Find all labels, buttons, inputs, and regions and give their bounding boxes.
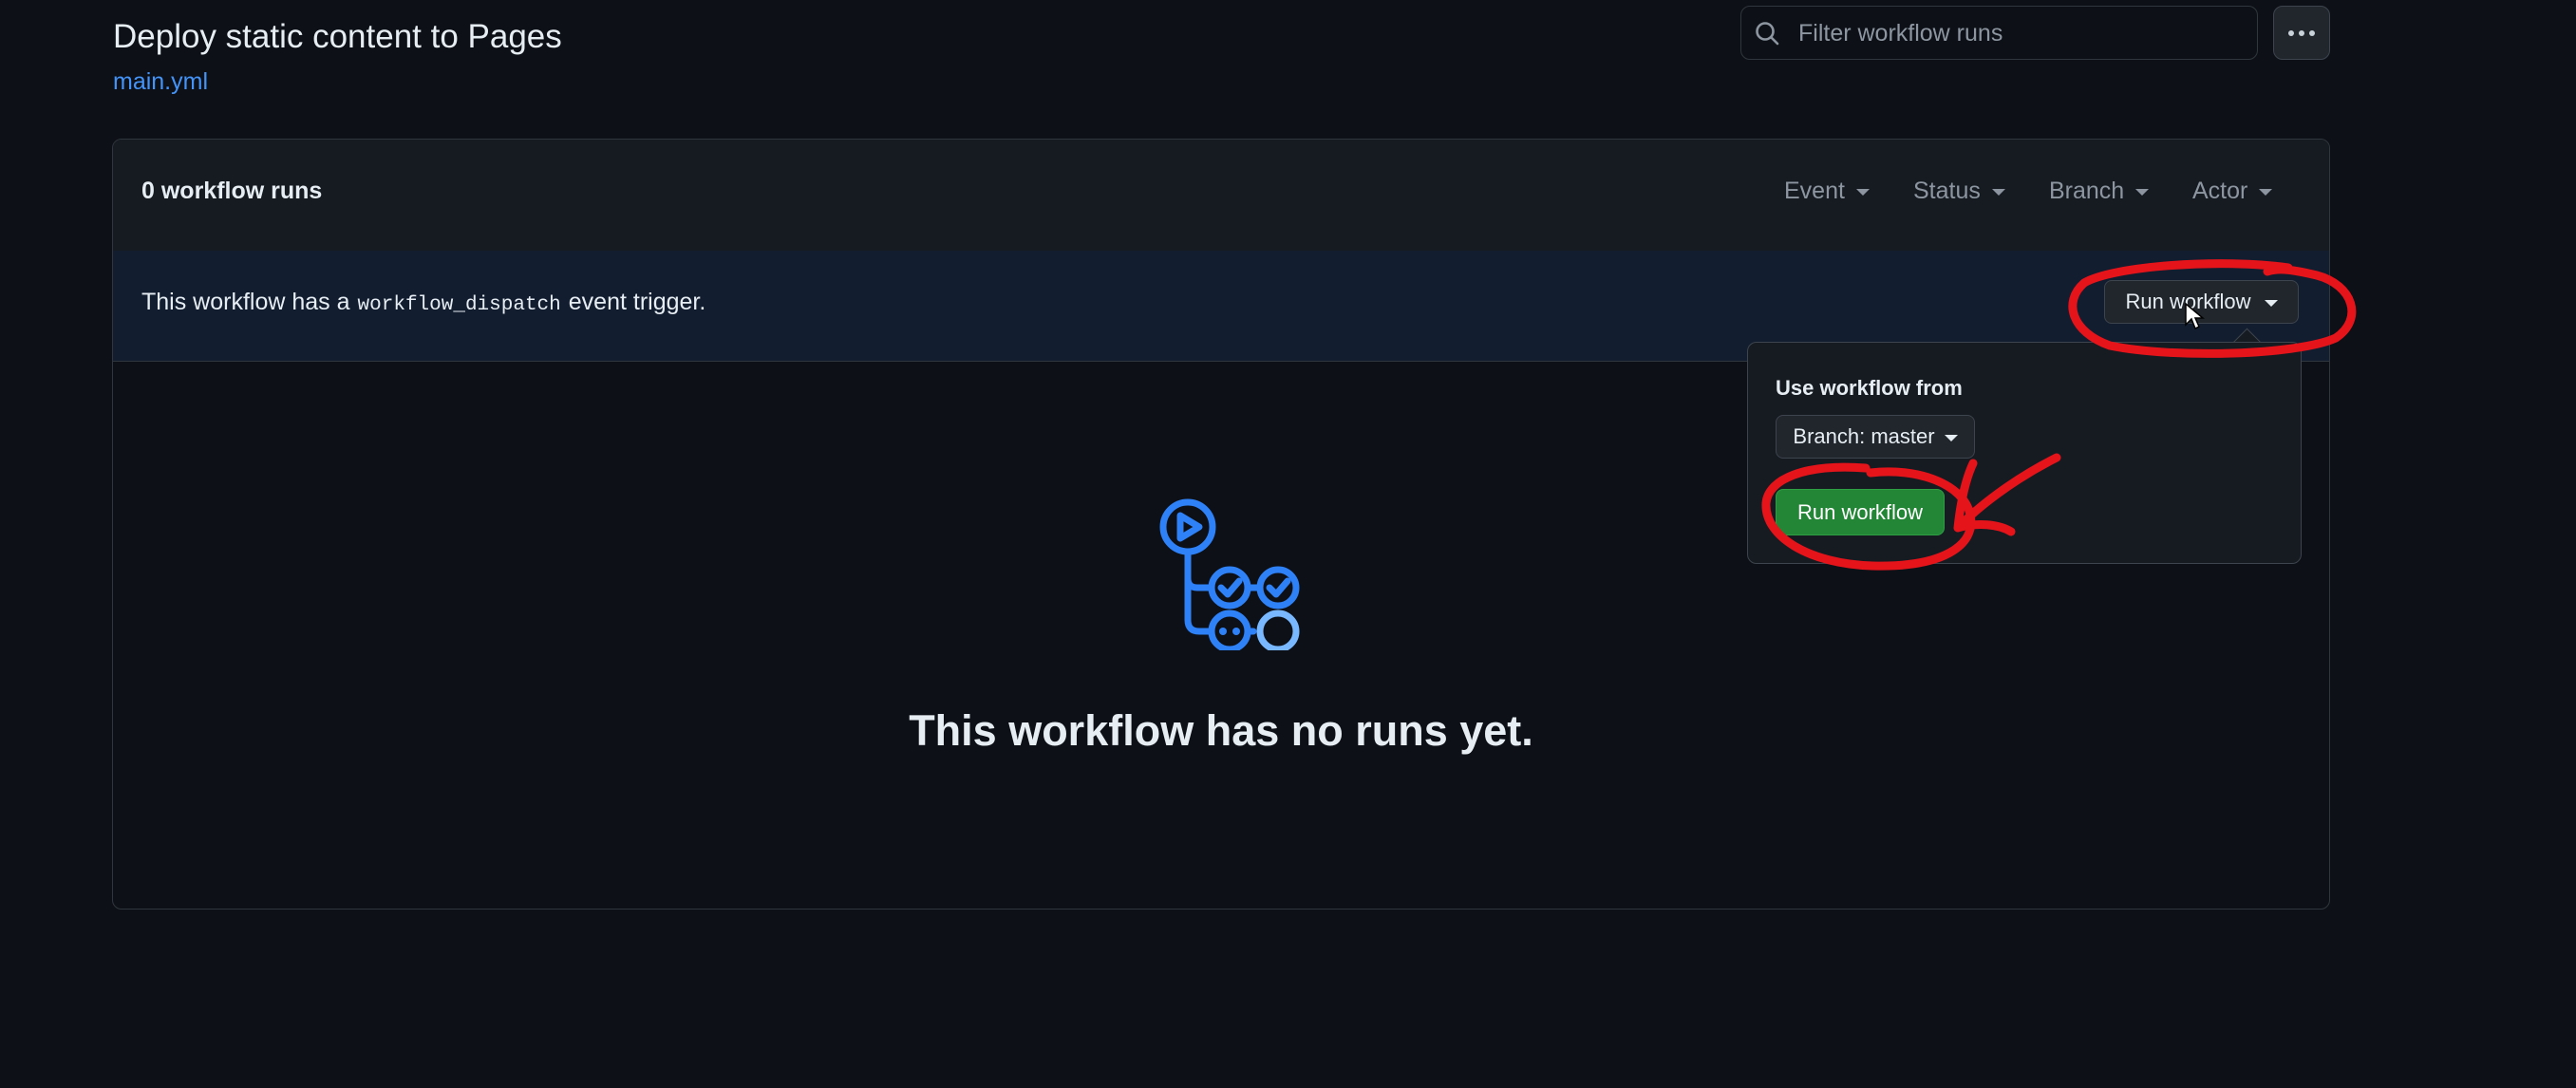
kebab-dot-icon: [2299, 29, 2304, 36]
runs-header: 0 workflow runs Event Status Branch Acto…: [113, 140, 2329, 252]
caret-down-icon: [1991, 189, 2005, 196]
caret-down-icon: [1855, 189, 1870, 196]
more-options-button[interactable]: [2273, 6, 2330, 60]
branch-filter-label: Branch: [2049, 178, 2125, 204]
use-workflow-from-label: Use workflow from: [1776, 376, 1963, 400]
dispatch-message: This workflow has a workflow_dispatch even…: [141, 289, 705, 316]
workflow-icon: [1159, 498, 1300, 650]
search-icon: [1756, 22, 1779, 46]
page-title: Deploy static content to Pages: [113, 18, 562, 55]
status-filter-label: Status: [1913, 178, 1981, 204]
kebab-dot-icon: [2309, 29, 2315, 36]
empty-state-message: This workflow has no runs yet.: [909, 706, 1533, 755]
status-filter[interactable]: Status: [1913, 178, 2005, 205]
actor-filter[interactable]: Actor: [2192, 178, 2273, 205]
branch-select-button[interactable]: Branch: master: [1776, 415, 1975, 459]
runs-count: 0 workflow runs: [141, 178, 323, 204]
workflow-file-link[interactable]: main.yml: [113, 66, 208, 97]
dispatch-text-before: This workflow has a: [141, 289, 350, 315]
run-workflow-submit-button[interactable]: Run workflow: [1776, 489, 1945, 535]
caret-down-icon: [2264, 299, 2278, 307]
dispatch-code: workflow_dispatch: [357, 294, 561, 316]
search-input[interactable]: [1798, 14, 2245, 52]
event-filter[interactable]: Event: [1784, 178, 1870, 205]
caret-down-icon: [1944, 434, 1958, 441]
caret-down-icon: [2259, 189, 2273, 196]
dispatch-text-after: event trigger.: [568, 289, 706, 315]
event-filter-label: Event: [1784, 178, 1845, 204]
run-workflow-dropdown: Use workflow from Branch: master Run wor…: [1747, 342, 2302, 564]
mouse-cursor-icon: [2185, 302, 2205, 330]
filter-runs-search[interactable]: [1740, 6, 2258, 60]
caret-down-icon: [2135, 189, 2150, 196]
kebab-dot-icon: [2288, 29, 2294, 36]
branch-filter[interactable]: Branch: [2049, 178, 2150, 205]
actor-filter-label: Actor: [2192, 178, 2248, 204]
branch-select-label: Branch: master: [1793, 424, 1935, 448]
